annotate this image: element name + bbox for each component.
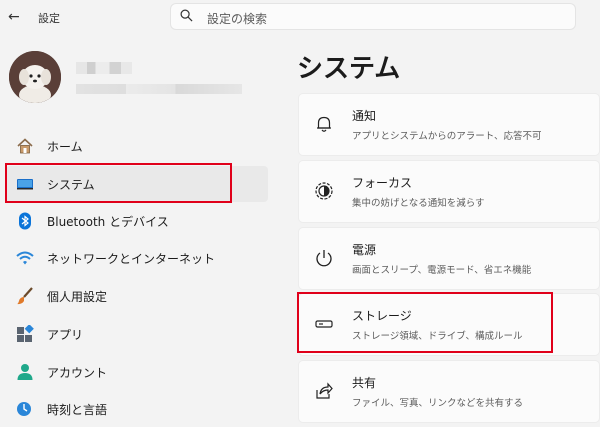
highlight-box-system [5, 163, 232, 203]
search-icon [180, 9, 193, 22]
sidebar-item-bluetooth[interactable]: Bluetooth とデバイス [6, 203, 268, 239]
title-bar: ← 設定 設定の検索 [0, 0, 600, 36]
arrow-left-icon[interactable]: ← [8, 9, 20, 25]
card-title: 電源 [352, 243, 377, 257]
settings-card-notifications[interactable]: 通知 アプリとシステムからのアラート、応答不可 [298, 93, 600, 156]
account-icon [17, 364, 33, 380]
sidebar-item-label: Bluetooth とデバイス [47, 215, 169, 229]
sidebar-item-label: 個人用設定 [47, 290, 108, 304]
bluetooth-icon [19, 212, 31, 230]
avatar[interactable] [9, 51, 61, 103]
focus-icon [315, 182, 333, 200]
sidebar-item-home[interactable]: ホーム [6, 128, 268, 164]
card-title: 通知 [352, 109, 377, 123]
settings-card-power[interactable]: 電源 画面とスリープ、電源モード、省エネ機能 [298, 227, 600, 290]
sidebar-item-label: 時刻と言語 [47, 403, 108, 417]
apps-icon [17, 325, 34, 342]
card-title: 共有 [352, 376, 377, 390]
sidebar-item-label: ホーム [47, 140, 83, 154]
page-title: システム [297, 54, 401, 84]
sidebar-item-label: ネットワークとインターネット [47, 252, 216, 266]
sidebar-item-personalization[interactable]: 個人用設定 [6, 278, 268, 314]
card-subtitle: 集中の妨げとなる通知を減らす [352, 198, 485, 209]
avatar-photo [9, 51, 61, 103]
power-icon [316, 250, 332, 267]
card-subtitle: 画面とスリープ、電源モード、省エネ機能 [352, 265, 532, 276]
sidebar-item-label: アカウント [47, 366, 108, 380]
card-subtitle: アプリとシステムからのアラート、応答不可 [352, 131, 542, 142]
card-subtitle: ファイル、写真、リンクなどを共有する [352, 398, 524, 409]
bell-icon [317, 116, 331, 132]
wifi-icon [16, 251, 34, 265]
highlight-box-storage [297, 292, 553, 353]
settings-card-sharing[interactable]: 共有 ファイル、写真、リンクなどを共有する [298, 360, 600, 423]
card-title: フォーカス [352, 176, 413, 190]
app-title: 設定 [38, 12, 60, 25]
sidebar-item-time-language[interactable]: 時刻と言語 [6, 391, 268, 427]
home-icon [17, 138, 33, 154]
search-placeholder: 設定の検索 [207, 12, 268, 26]
sidebar-item-label: アプリ [47, 328, 84, 342]
user-name-redacted [76, 62, 132, 74]
sidebar-item-apps[interactable]: アプリ [6, 316, 268, 352]
share-icon [316, 382, 333, 399]
search-input[interactable]: 設定の検索 [170, 3, 576, 30]
time-language-icon [17, 402, 31, 416]
sidebar-item-network[interactable]: ネットワークとインターネット [6, 240, 268, 276]
settings-card-focus[interactable]: フォーカス 集中の妨げとなる通知を減らす [298, 160, 600, 223]
brush-icon [17, 287, 33, 305]
sidebar-item-accounts[interactable]: アカウント [6, 354, 268, 390]
user-email-redacted [76, 84, 242, 94]
